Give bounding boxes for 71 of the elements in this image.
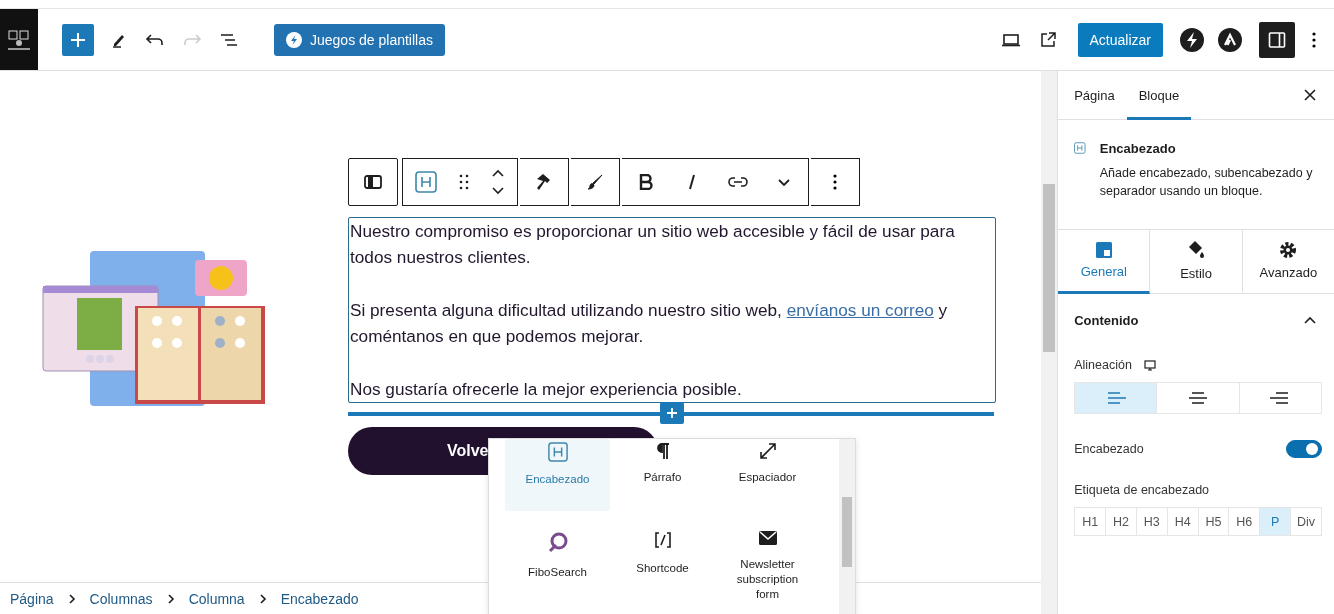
align-icon — [1270, 391, 1291, 405]
paragraph: Nos gustaría ofrecerle la mejor experiencia posible. — [350, 378, 743, 401]
block-description: Añade encabezado, subencabezado y separador usando un bloque. — [1099, 165, 1314, 200]
more-icon[interactable] — [1311, 30, 1317, 49]
block-option[interactable]: Párrafo — [610, 439, 715, 511]
scrollbar[interactable] — [1041, 71, 1058, 614]
tag-label: Etiqueta de encabezado — [1074, 483, 1211, 497]
breadcrumb-link[interactable]: Columna — [188, 591, 245, 607]
search-icon — [546, 531, 569, 553]
section-title: Contenido — [1074, 312, 1139, 328]
alignment-label: Alineación — [1074, 358, 1132, 372]
layout-icon — [1095, 242, 1112, 258]
italic-icon — [687, 174, 697, 190]
move-up-down-icon[interactable] — [491, 169, 505, 195]
breadcrumb-link[interactable]: Página — [10, 591, 54, 607]
patterns-button[interactable]: Juegos de plantillas — [274, 23, 445, 56]
sidebar-icon — [1268, 30, 1286, 49]
resize-arrow-icon — [758, 442, 777, 460]
brush-icon — [586, 173, 604, 191]
bold-icon — [639, 174, 653, 190]
lightning-icon[interactable] — [1179, 26, 1205, 53]
panel-tab[interactable]: Avanzado — [1242, 230, 1334, 294]
toggle-label: Encabezado — [1074, 442, 1144, 456]
paragraph: Si presenta alguna dificultad utilizando nuestro sitio web, envíanos un correo y coméntanos en que podemos mejorar. — [350, 299, 949, 348]
columns-icon — [364, 175, 382, 189]
heading-icon — [547, 442, 568, 462]
paragraph: Nuestro compromiso es proporcionar un sitio web accesible y fácil de usar para todos nuestros clientes. — [350, 220, 956, 269]
shortcode-icon — [653, 531, 672, 549]
block-option[interactable]: FiboSearch — [505, 531, 610, 614]
more-icon — [832, 173, 838, 191]
breadcrumb-link[interactable]: Columnas — [89, 591, 153, 607]
envelope-icon — [758, 531, 777, 545]
desktop-icon[interactable] — [1143, 359, 1156, 371]
block-option[interactable]: Encabezado — [505, 439, 610, 511]
chevron-down-icon — [777, 177, 791, 187]
pilcrow-icon — [655, 442, 670, 460]
block-option[interactable]: Espaciador — [715, 439, 820, 511]
plus-icon — [70, 31, 86, 48]
update-button[interactable]: Actualizar — [1077, 22, 1163, 57]
paint-bucket-icon — [1187, 240, 1206, 260]
heading-icon[interactable] — [415, 171, 437, 193]
block-option[interactable]: Shortcode — [610, 531, 715, 614]
sidebar-tab[interactable]: Página — [1062, 71, 1127, 120]
email-link[interactable]: envíanos un correo — [786, 300, 934, 320]
insert-block-button[interactable] — [660, 402, 684, 424]
sidebar-tab[interactable]: Bloque — [1126, 71, 1192, 120]
text-block[interactable] — [348, 217, 996, 403]
chevron-icon[interactable] — [1304, 316, 1316, 324]
lightning-icon — [286, 31, 302, 48]
chevron-right-icon — [258, 594, 267, 604]
plus-icon — [666, 407, 678, 419]
align-icon — [1105, 391, 1126, 405]
settings-toggle-button[interactable] — [1259, 21, 1295, 58]
settings-icon — [1279, 241, 1298, 259]
close-icon[interactable] — [1304, 89, 1316, 101]
block-option[interactable]: Newsletter subscription form — [715, 531, 820, 614]
tag-button[interactable]: P — [1260, 508, 1292, 535]
external-link-icon[interactable] — [1038, 30, 1057, 49]
align-icon — [1188, 391, 1209, 405]
link-icon — [727, 176, 749, 188]
block-title: Encabezado — [1099, 141, 1177, 156]
breadcrumb-link[interactable]: Encabezado — [280, 591, 359, 607]
chevron-right-icon — [67, 594, 76, 604]
panel-tab[interactable]: General — [1058, 230, 1151, 294]
chevron-right-icon — [166, 594, 175, 604]
laptop-icon[interactable] — [999, 31, 1022, 48]
panel-tab[interactable]: Estilo — [1150, 230, 1243, 294]
drag-handle-icon[interactable] — [459, 174, 469, 190]
heading-toggle[interactable] — [1286, 440, 1322, 458]
scrollbar[interactable] — [839, 439, 855, 614]
add-block-button[interactable] — [62, 23, 94, 56]
